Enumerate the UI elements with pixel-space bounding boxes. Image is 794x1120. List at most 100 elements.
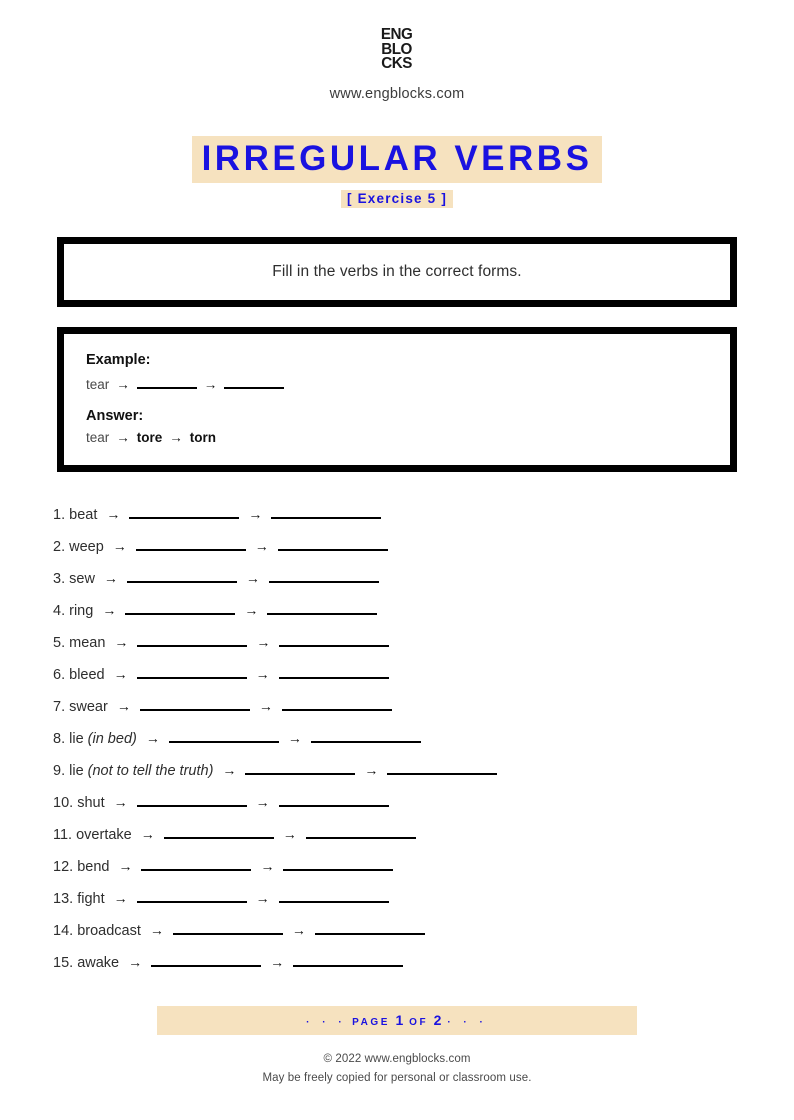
example-verb: tear — [86, 376, 110, 392]
page-total: 2 — [433, 1011, 442, 1028]
exercise-prompt: 5. mean — [53, 635, 105, 651]
copyright-line: © 2022 www.engblocks.com — [323, 1052, 471, 1065]
blank-past-form[interactable] — [129, 502, 240, 519]
blank-participle-form[interactable] — [279, 630, 390, 647]
engblocks-logo: ENG BLO CKS — [381, 27, 413, 72]
exercise-number: 9. — [53, 762, 70, 779]
exercise-row: 9. lie (not to tell the truth) → → — [53, 758, 794, 790]
blank-participle-form[interactable] — [278, 886, 389, 903]
blank-participle-form[interactable] — [314, 918, 425, 935]
blank-participle-form[interactable] — [283, 854, 394, 871]
exercise-verb: lie — [69, 762, 84, 779]
example-blank-participle[interactable] — [224, 374, 285, 389]
arrow-icon: → — [260, 857, 275, 874]
exercise-number: 3. — [53, 570, 70, 587]
arrow-icon: → — [287, 729, 302, 746]
arrow-icon: → — [244, 601, 259, 618]
answer-past: tore — [136, 429, 163, 445]
exercise-prompt: 14. broadcast — [53, 923, 141, 939]
blank-past-form[interactable] — [151, 950, 262, 967]
arrow-icon: → — [203, 376, 218, 392]
exercise-row: 4. ring → → — [53, 598, 794, 630]
exercise-row: 13. fight → → — [53, 886, 794, 918]
blank-past-form[interactable] — [168, 726, 279, 743]
arrow-icon: → — [113, 889, 128, 906]
worksheet-page: ENG BLO CKS www.engblocks.com IRREGULAR … — [0, 0, 794, 1120]
exercise-number: 5. — [53, 634, 70, 651]
exercise-number: 13. — [53, 890, 78, 907]
blank-past-form[interactable] — [136, 662, 247, 679]
exercise-subtitle: [ Exercise 5 ] — [340, 189, 454, 208]
arrow-icon: → — [112, 537, 127, 554]
of-word: OF — [409, 1016, 429, 1028]
page-current: 1 — [395, 1011, 404, 1028]
arrow-icon: → — [291, 921, 306, 938]
example-prompt-row: tear → → — [86, 374, 708, 392]
blank-past-form[interactable] — [135, 534, 246, 551]
blank-participle-form[interactable] — [387, 758, 498, 775]
exercise-verb: overtake — [76, 826, 132, 843]
exercise-row: 10. shut → → — [53, 790, 794, 822]
arrow-icon: → — [140, 825, 155, 842]
blank-past-form[interactable] — [163, 822, 274, 839]
example-box: Example: tear → → Answer: tear → tore → … — [57, 326, 737, 472]
blank-participle-form[interactable] — [310, 726, 421, 743]
arrow-icon: → — [113, 665, 128, 682]
blank-participle-form[interactable] — [305, 822, 416, 839]
exercise-number: 7. — [53, 698, 70, 715]
exercise-verb: weep — [69, 538, 104, 555]
arrow-icon: → — [256, 633, 271, 650]
answer-label: Answer: — [86, 407, 144, 424]
arrow-icon: → — [255, 665, 270, 682]
example-blank-past[interactable] — [136, 374, 197, 389]
blank-participle-form[interactable] — [281, 694, 392, 711]
blank-past-form[interactable] — [141, 854, 252, 871]
blank-past-form[interactable] — [172, 918, 283, 935]
blank-past-form[interactable] — [126, 566, 237, 583]
blank-past-form[interactable] — [136, 790, 247, 807]
exercise-verb: bleed — [69, 666, 105, 683]
license-line: May be freely copied for personal or cla… — [262, 1071, 532, 1084]
exercise-row: 2. weep → → — [53, 534, 794, 566]
blank-participle-form[interactable] — [267, 598, 378, 615]
exercise-number: 1. — [53, 506, 70, 523]
exercise-row: 3. sew → → — [53, 566, 794, 598]
blank-participle-form[interactable] — [271, 502, 382, 519]
example-label: Example: — [86, 351, 151, 368]
arrow-icon: → — [255, 889, 270, 906]
blank-participle-form[interactable] — [277, 534, 388, 551]
answer-verb: tear — [86, 429, 110, 445]
blank-past-form[interactable] — [139, 694, 250, 711]
exercise-verb: broadcast — [77, 922, 141, 939]
exercise-row: 5. mean → → — [53, 630, 794, 662]
exercise-number: 4. — [53, 602, 70, 619]
blank-past-form[interactable] — [137, 630, 248, 647]
exercise-verb: sew — [69, 570, 95, 587]
arrow-icon: → — [106, 505, 121, 522]
blank-past-form[interactable] — [125, 598, 236, 615]
blank-past-form[interactable] — [245, 758, 356, 775]
exercise-number: 2. — [53, 538, 70, 555]
blank-participle-form[interactable] — [278, 662, 389, 679]
exercise-verb: beat — [69, 506, 98, 523]
arrow-icon: → — [145, 729, 160, 746]
blank-participle-form[interactable] — [278, 790, 389, 807]
exercise-note: (not to tell the truth) — [83, 762, 214, 779]
blank-past-form[interactable] — [136, 886, 247, 903]
exercise-prompt: 12. bend — [53, 859, 109, 875]
blank-participle-form[interactable] — [268, 566, 379, 583]
exercise-row: 8. lie (in bed) → → — [53, 726, 794, 758]
exercise-note: (in bed) — [83, 730, 137, 747]
exercise-verb: fight — [77, 890, 105, 907]
arrow-icon: → — [149, 921, 164, 938]
exercise-number: 11. — [53, 826, 77, 843]
exercise-prompt: 11. overtake — [53, 827, 132, 843]
blank-participle-form[interactable] — [293, 950, 404, 967]
page-bar-container: · · · PAGE 1 OF 2 · · · — [0, 1005, 794, 1035]
exercise-row: 7. swear → → — [53, 694, 794, 726]
exercise-prompt: 1. beat — [53, 507, 97, 523]
exercise-verb: ring — [69, 602, 94, 619]
arrow-icon: → — [116, 429, 130, 445]
page-word: PAGE — [352, 1016, 391, 1028]
dots-left: · · · — [306, 1016, 347, 1028]
